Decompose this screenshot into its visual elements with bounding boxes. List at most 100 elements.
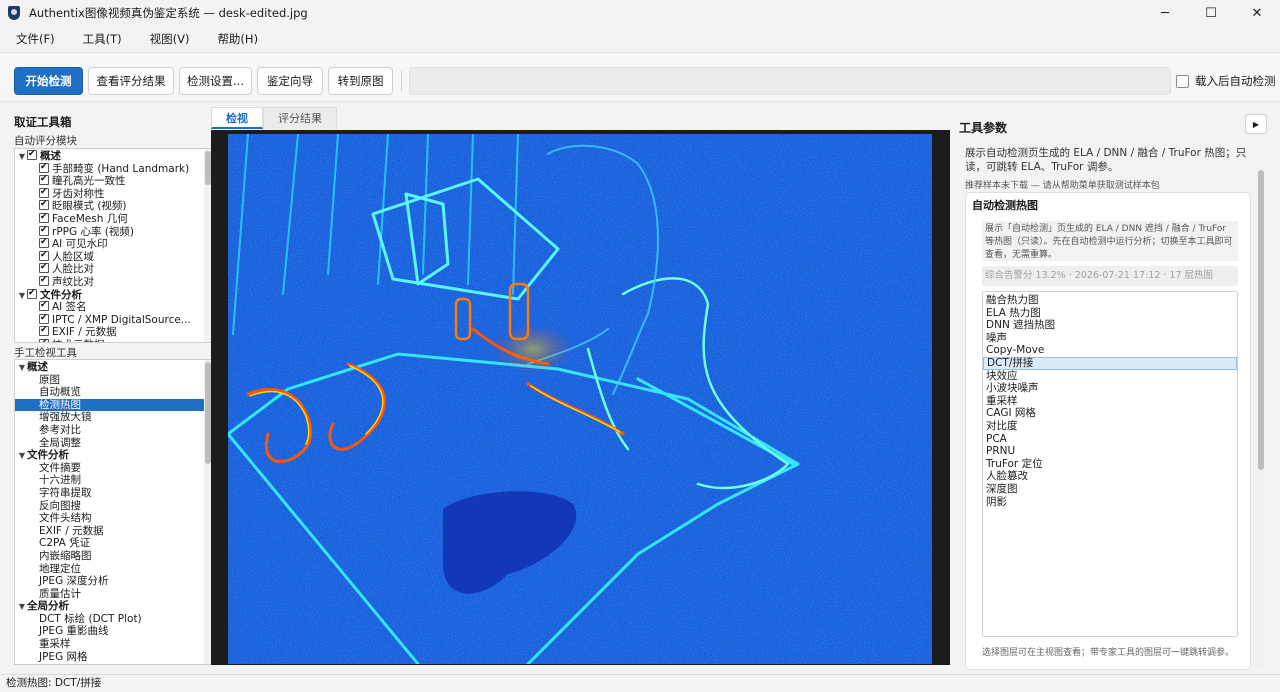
heatmap-layer-item[interactable]: 块效应 (983, 370, 1237, 383)
close-button[interactable]: ✕ (1234, 0, 1280, 26)
heatmap-layer-item[interactable]: DNN 遮挡热图 (983, 319, 1237, 332)
manual-tool-label: 增强放大镜 (39, 411, 92, 424)
auto-module-label: EXIF / 元数据 (52, 326, 117, 339)
manual-tool-item[interactable]: DCT 标绘 (DCT Plot) (15, 613, 212, 626)
manual-tool-label: 反向图搜 (39, 499, 81, 512)
view-results-button[interactable]: 查看评分结果 (88, 67, 174, 95)
detection-settings-button[interactable]: 检测设置... (179, 67, 252, 95)
manual-tool-item[interactable]: JPEG 深度分析 (15, 575, 212, 588)
tab-inspect[interactable]: 检视 (211, 107, 263, 129)
menu-help[interactable]: 帮助(H) (209, 31, 266, 47)
manual-tool-item[interactable]: 地理定位 (15, 563, 212, 576)
image-viewer[interactable] (211, 130, 950, 665)
tool-params-scroll-thumb[interactable] (1258, 170, 1264, 470)
manual-tool-item[interactable]: ▼ 文件分析 (15, 449, 212, 462)
heatmap-layer-item[interactable]: 深度图 (983, 483, 1237, 496)
module-checkbox[interactable] (39, 211, 49, 224)
auto-detect-toggle[interactable]: 载入后自动检测 (1176, 73, 1276, 89)
auto-module-item[interactable]: 声纹比对 (15, 274, 212, 289)
goto-original-button[interactable]: 转到原图 (328, 67, 393, 95)
heatmap-layer-item[interactable]: 对比度 (983, 420, 1237, 433)
heatmap-layer-list: 融合热力图 ELA 热力图 DNN 遮挡热图 噪声 Copy-Move DCT/拼接 块效应… (982, 291, 1238, 637)
manual-tool-item[interactable]: 全局调整 (15, 437, 212, 450)
heatmap-layer-item[interactable]: 阴影 (983, 496, 1237, 509)
module-checkbox[interactable] (39, 324, 49, 337)
heatmap-layer-item[interactable]: 噪声 (983, 332, 1237, 345)
module-checkbox[interactable] (39, 249, 49, 261)
manual-tool-item[interactable]: ▼ 全局分析 (15, 600, 212, 613)
manual-tool-item[interactable]: ▼ 概述 (15, 361, 212, 374)
manual-tool-item[interactable]: 增强放大镜 (15, 411, 212, 424)
maximize-button[interactable]: ☐ (1188, 0, 1234, 26)
dct-splice-heatmap-image[interactable] (228, 134, 932, 664)
auto-module-item[interactable]: 技术元数据 (15, 337, 212, 342)
module-checkbox[interactable] (39, 224, 49, 236)
menu-tools[interactable]: 工具(T) (75, 31, 130, 47)
heatmap-layer-item[interactable]: DCT/拼接 (983, 356, 1237, 370)
module-checkbox[interactable] (39, 337, 49, 342)
start-detection-button[interactable]: 开始检测 (14, 67, 83, 95)
sample-hint: 推荐样本未下载 — 请从帮助菜单获取测试样本包 (965, 181, 1160, 191)
manual-tool-item[interactable]: 自动概览 (15, 386, 212, 399)
module-checkbox[interactable] (39, 186, 49, 198)
tab-score-results[interactable]: 评分结果 (263, 107, 337, 129)
manual-tool-label: JPEG 重影曲线 (39, 625, 109, 638)
menu-file[interactable]: 文件(F) (8, 31, 63, 47)
heatmap-layer-item[interactable]: 重采样 (983, 395, 1237, 408)
manual-tool-item[interactable]: 文件摘要 (15, 462, 212, 475)
manual-tool-label: 参考对比 (39, 423, 81, 436)
module-checkbox[interactable] (27, 149, 37, 161)
manual-tool-item[interactable]: 检测热图 (15, 398, 212, 412)
heatmap-layer-item[interactable]: CAGI 网格 (983, 407, 1237, 420)
heatmap-layer-item[interactable]: 融合热力图 (983, 294, 1237, 307)
manual-tool-item[interactable]: JPEG 重影曲线 (15, 625, 212, 638)
heatmap-layer-item[interactable]: 小波块噪声 (983, 382, 1237, 395)
auto-detect-checkbox[interactable] (1176, 74, 1189, 88)
manual-tool-item[interactable]: JPEG 网格 (15, 651, 212, 664)
manual-tool-item[interactable]: 内嵌缩略图 (15, 550, 212, 563)
manual-tool-item[interactable]: 参考对比 (15, 424, 212, 437)
manual-tool-label: 文件头结构 (39, 512, 92, 525)
heatmap-layer-item[interactable]: 人脸篡改 (983, 470, 1237, 483)
manual-tool-label: 全局调整 (39, 436, 81, 449)
module-checkbox[interactable] (39, 261, 49, 274)
wizard-button[interactable]: 鉴定向导 (257, 67, 323, 95)
manual-tool-item[interactable]: 反向图搜 (15, 500, 212, 513)
manual-tool-item[interactable]: EXIF / 元数据 (15, 525, 212, 538)
manual-tool-item[interactable]: 质量估计 (15, 588, 212, 601)
manual-tool-item[interactable]: 原图 (15, 374, 212, 387)
manual-tool-label: 概述 (27, 361, 48, 373)
auto-module-label: AI 可见水印 (52, 238, 108, 251)
manual-tool-label: 自动概览 (39, 386, 81, 399)
heatmap-layer-item[interactable]: PCA (983, 433, 1237, 446)
collapse-panel-button[interactable]: ▶ (1245, 114, 1267, 134)
manual-tool-item[interactable]: 十六进制 (15, 474, 212, 487)
module-checkbox[interactable] (39, 161, 49, 173)
auto-heatmap-title: 自动检测热图 (972, 199, 1038, 212)
left-panel: 取证工具箱 自动评分模块 ▼概述手部畸变 (Hand Landmark)瞳孔高光… (8, 106, 213, 674)
minimize-button[interactable]: ─ (1142, 0, 1188, 26)
tool-params-scrollbar[interactable] (1257, 168, 1265, 666)
manual-tool-item[interactable]: 重采样 (15, 638, 212, 651)
window-controls: ─ ☐ ✕ (1142, 0, 1280, 26)
module-checkbox[interactable] (39, 173, 49, 186)
module-checkbox[interactable] (39, 198, 49, 211)
module-checkbox[interactable] (39, 312, 49, 324)
manual-tool-item[interactable]: C2PA 凭证 (15, 537, 212, 550)
manual-tool-label: 字符串提取 (39, 486, 92, 499)
menu-view[interactable]: 视图(V) (142, 31, 198, 47)
module-checkbox[interactable] (39, 236, 49, 249)
progress-bar (409, 67, 1171, 95)
auto-module-label: IPTC / XMP DigitalSource... (52, 313, 191, 326)
module-checkbox[interactable] (39, 274, 49, 287)
module-checkbox[interactable] (27, 287, 37, 299)
heatmap-layer-item[interactable]: ELA 热力图 (983, 307, 1237, 320)
heatmap-layer-item[interactable]: TruFor 定位 (983, 458, 1237, 471)
manual-tool-label: 文件摘要 (39, 461, 81, 474)
module-checkbox[interactable] (39, 299, 49, 312)
heatmap-layer-item[interactable]: PRNU (983, 445, 1237, 458)
manual-tool-item[interactable]: 字符串提取 (15, 487, 212, 500)
manual-tool-item[interactable]: 文件头结构 (15, 512, 212, 525)
heatmap-layer-item[interactable]: Copy-Move (983, 344, 1237, 357)
manual-tool-label: 地理定位 (39, 562, 81, 575)
